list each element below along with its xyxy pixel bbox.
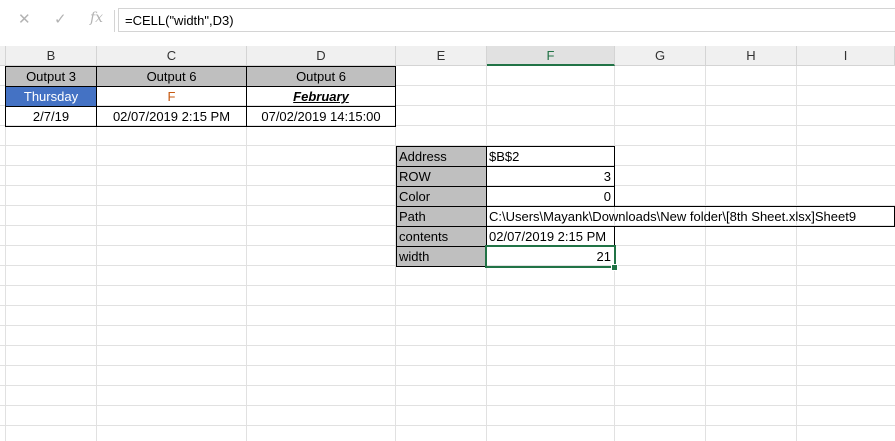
cell-c2[interactable]: F [96, 86, 247, 107]
formula-bar-buttons: ✕ ✓ fx [2, 8, 112, 32]
cell-e7[interactable]: Color [396, 186, 487, 207]
cell-f10-selected[interactable]: 21 [485, 245, 616, 268]
cell-e9[interactable]: contents [396, 226, 487, 247]
cell-f8[interactable]: C:\Users\Mayank\Downloads\New folder\[8t… [486, 206, 895, 227]
cell-d2[interactable]: February [246, 86, 396, 107]
column-header-g[interactable]: G [615, 46, 706, 66]
cell-f9[interactable]: 02/07/2019 2:15 PM [486, 226, 615, 247]
cell-d3[interactable]: 07/02/2019 14:15:00 [246, 106, 396, 127]
column-header-c[interactable]: C [97, 46, 247, 66]
column-header-f[interactable]: F [487, 46, 615, 66]
cell-e8[interactable]: Path [396, 206, 487, 227]
cell-c3[interactable]: 02/07/2019 2:15 PM [96, 106, 247, 127]
cell-b1[interactable]: Output 3 [5, 66, 97, 87]
column-header-d[interactable]: D [247, 46, 396, 66]
column-header-b[interactable]: B [6, 46, 97, 66]
formula-bar: ✕ ✓ fx =CELL("width",D3) [0, 0, 895, 38]
cell-b2[interactable]: Thursday [5, 86, 97, 107]
formula-input[interactable]: =CELL("width",D3) [118, 8, 895, 32]
cell-b3[interactable]: 2/7/19 [5, 106, 97, 127]
formula-bar-divider [114, 10, 115, 32]
cell-e6[interactable]: ROW [396, 166, 487, 187]
column-header-h[interactable]: H [706, 46, 797, 66]
insert-function-icon[interactable]: fx [90, 10, 103, 26]
cell-f7[interactable]: 0 [486, 186, 615, 207]
cell-c1[interactable]: Output 6 [96, 66, 247, 87]
cell-d1[interactable]: Output 6 [246, 66, 396, 87]
column-header-i[interactable]: I [797, 46, 895, 66]
cell-f5[interactable]: $B$2 [486, 146, 615, 167]
cell-e5[interactable]: Address [396, 146, 487, 167]
cell-e10[interactable]: width [396, 246, 487, 267]
fill-handle[interactable] [611, 264, 618, 271]
cell-f6[interactable]: 3 [486, 166, 615, 187]
column-header-e[interactable]: E [396, 46, 487, 66]
enter-icon[interactable]: ✓ [54, 10, 67, 28]
cancel-icon[interactable]: ✕ [18, 10, 31, 28]
